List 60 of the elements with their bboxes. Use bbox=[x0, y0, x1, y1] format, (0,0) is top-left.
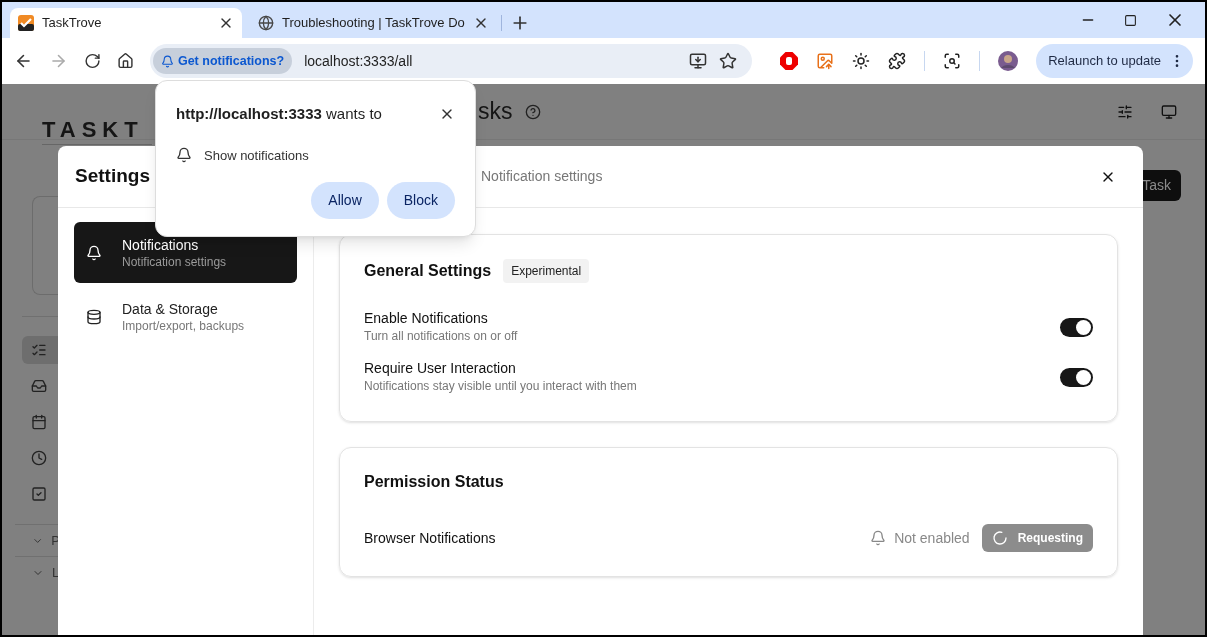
prompt-button[interactable]: Allow bbox=[311, 182, 379, 219]
avatar[interactable] bbox=[998, 51, 1019, 71]
status-text: Not enabled bbox=[894, 528, 970, 548]
url-text: localhost:3333/all bbox=[304, 51, 414, 71]
bell-icon bbox=[86, 244, 102, 261]
database-icon bbox=[86, 308, 102, 325]
browser-tab[interactable]: TaskTrove bbox=[10, 8, 242, 38]
tab-title: Troubleshooting | TaskTrove Do bbox=[282, 14, 465, 33]
globe-icon bbox=[258, 15, 274, 31]
setting-description: Notifications stay visible until you interact with them bbox=[364, 378, 638, 395]
sliders-icon[interactable] bbox=[1117, 103, 1133, 120]
settings-nav-item[interactable]: Data & Storage Import/export, backups bbox=[74, 286, 297, 347]
permission-chip[interactable]: Get notifications? bbox=[152, 48, 293, 74]
maximize-icon[interactable] bbox=[1124, 13, 1137, 27]
inbox-icon bbox=[31, 378, 47, 394]
nav-item-title: Notifications bbox=[122, 235, 200, 254]
prompt-button[interactable]: Block bbox=[386, 182, 455, 219]
dialog-title: Settings bbox=[75, 164, 151, 189]
install-icon[interactable] bbox=[689, 52, 708, 70]
browser-tab[interactable]: Troubleshooting | TaskTrove Do bbox=[250, 8, 497, 38]
toggle-switch[interactable] bbox=[1060, 317, 1093, 337]
page-heading: sks bbox=[478, 97, 513, 127]
setting-label: Require User Interaction bbox=[364, 359, 517, 377]
nav-item-title: Data & Storage bbox=[122, 299, 219, 318]
logo-text: TASKT bbox=[42, 116, 152, 145]
add-task-button[interactable]: Task bbox=[1140, 170, 1181, 201]
sidebar-item[interactable] bbox=[22, 336, 60, 364]
tab-search-icon[interactable] bbox=[943, 52, 962, 70]
experimental-badge: Experimental bbox=[503, 259, 590, 283]
tab-title: TaskTrove bbox=[42, 14, 103, 33]
star-icon[interactable] bbox=[719, 52, 738, 70]
setting-label: Enable Notifications bbox=[364, 309, 489, 327]
checkbox-icon bbox=[31, 486, 47, 502]
nav-item-subtitle: Notification settings bbox=[122, 253, 227, 270]
sun-icon[interactable] bbox=[852, 52, 871, 70]
calendar-icon bbox=[31, 414, 47, 430]
permission-text: Show notifications bbox=[204, 146, 309, 165]
clock-icon bbox=[31, 450, 47, 466]
setting-label: Browser Notifications bbox=[364, 528, 497, 548]
reload-icon[interactable] bbox=[83, 52, 101, 70]
spinner-icon bbox=[991, 530, 1008, 546]
extensions-icon[interactable] bbox=[888, 52, 907, 70]
relaunch-button[interactable]: Relaunch to update bbox=[1036, 44, 1193, 78]
card-title: Permission Status bbox=[364, 472, 505, 492]
popup-title: http://localhost:3333 wants to bbox=[176, 104, 383, 124]
setting-description: Turn all notifications on or off bbox=[364, 328, 519, 345]
home-icon[interactable] bbox=[116, 52, 134, 70]
dialog-subtitle: Notification settings bbox=[481, 167, 604, 186]
bell-icon bbox=[176, 147, 192, 164]
app-logo-icon bbox=[18, 15, 34, 31]
list-check-icon bbox=[31, 342, 47, 358]
bell-icon bbox=[160, 54, 174, 68]
help-icon[interactable] bbox=[524, 103, 541, 120]
toggle-switch[interactable] bbox=[1060, 367, 1093, 387]
nav-item-subtitle: Import/export, backups bbox=[122, 317, 245, 334]
bell-icon bbox=[870, 530, 887, 546]
monitor-icon[interactable] bbox=[1161, 103, 1177, 120]
address-bar[interactable]: Get notifications? localhost:3333/all bbox=[149, 44, 753, 78]
card-title: General Settings bbox=[364, 261, 492, 281]
image-icon[interactable] bbox=[816, 52, 835, 70]
